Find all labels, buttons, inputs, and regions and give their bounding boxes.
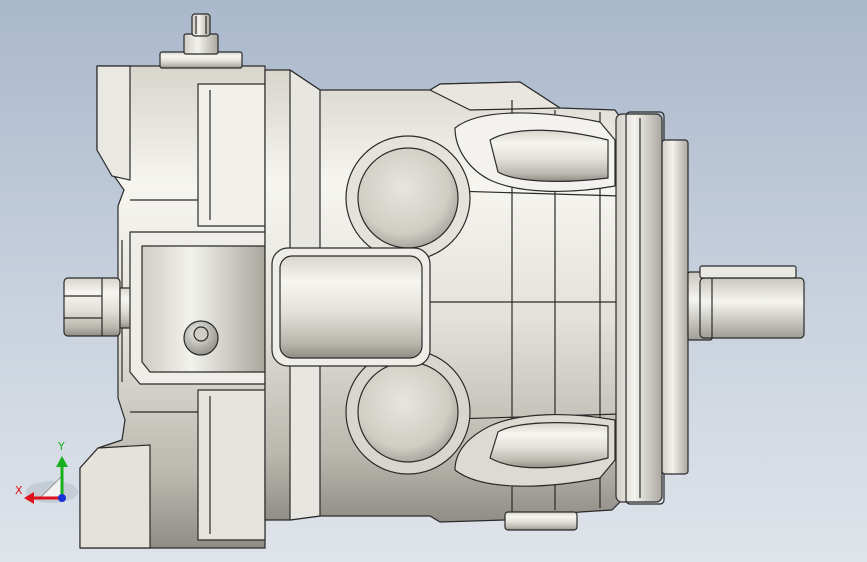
pressure-port[interactable] <box>345 135 471 261</box>
adjustment-screw[interactable] <box>159 13 243 69</box>
y-axis-label: Y <box>58 440 65 453</box>
mounting-flange[interactable] <box>615 111 689 505</box>
suction-port[interactable] <box>345 349 471 475</box>
z-axis-dot <box>58 494 66 502</box>
cad-viewport[interactable]: X Y <box>0 0 867 562</box>
control-window[interactable] <box>271 247 431 367</box>
x-axis-label: X <box>15 484 23 497</box>
drive-shaft[interactable] <box>687 265 805 341</box>
control-bracket[interactable] <box>129 231 266 385</box>
axis-triad <box>24 456 78 504</box>
pump-model[interactable] <box>0 0 867 562</box>
